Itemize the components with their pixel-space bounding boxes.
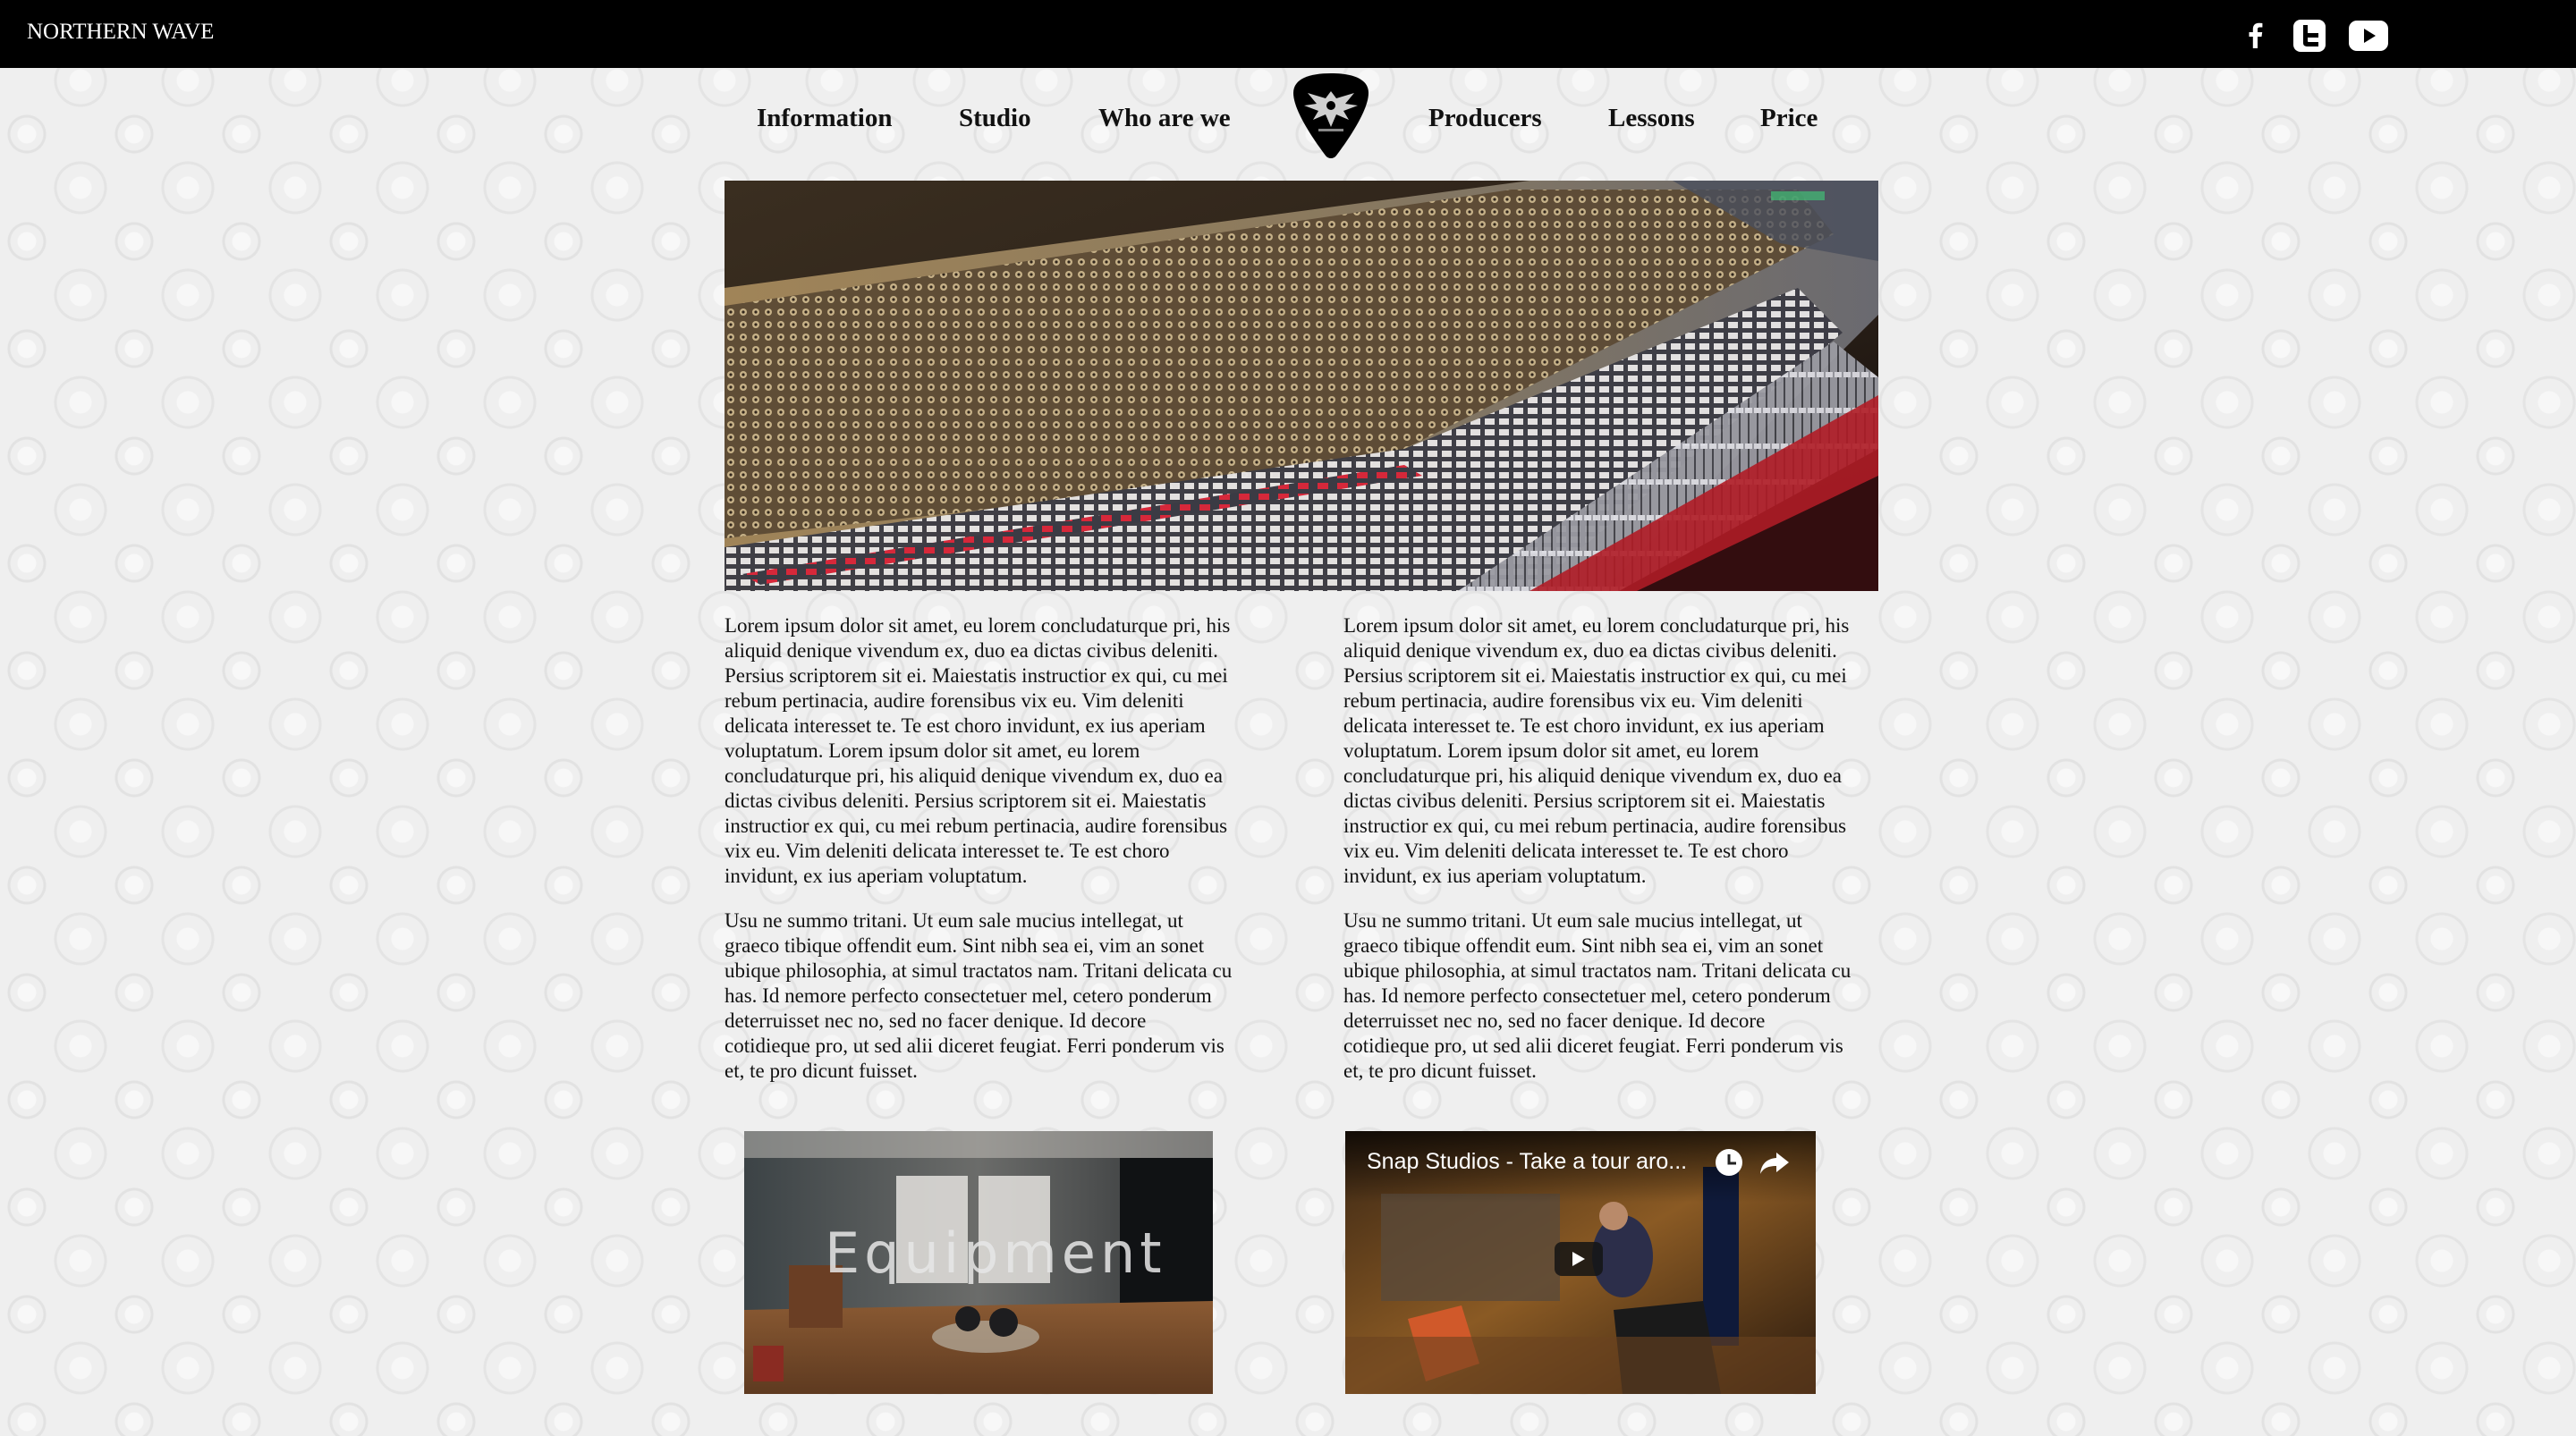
nav-information[interactable]: Information (757, 104, 892, 133)
equipment-video-thumbnail[interactable]: Equipment (744, 1131, 1213, 1394)
top-bar: NORTHERN WAVE (0, 0, 2576, 68)
paragraph: Lorem ipsum dolor sit amet, eu lorem con… (724, 614, 1231, 887)
equipment-video-title: Equipment (825, 1221, 1166, 1286)
twitter-icon[interactable] (2292, 18, 2327, 54)
guitar-pick-logo-icon[interactable] (1292, 72, 1370, 161)
hero-mixing-console-image (724, 181, 1878, 591)
nav-price[interactable]: Price (1760, 104, 1818, 133)
brand-name[interactable]: NORTHERN WAVE (27, 20, 214, 45)
paragraph: Usu ne summo tritani. Ut eum sale mucius… (724, 909, 1233, 1082)
play-button[interactable] (1555, 1242, 1603, 1276)
nav-lessons[interactable]: Lessons (1608, 104, 1695, 133)
nav-producers[interactable]: Producers (1428, 104, 1542, 133)
share-icon[interactable] (1758, 1147, 1791, 1178)
youtube-icon[interactable] (2347, 18, 2390, 54)
nav-who-are-we[interactable]: Who are we (1098, 104, 1231, 133)
mixing-console-photo (724, 181, 1878, 591)
text-column-left: Lorem ipsum dolor sit amet, eu lorem con… (724, 613, 1234, 1103)
youtube-video-embed[interactable]: Snap Studios - Take a tour aro... (1345, 1131, 1816, 1394)
paragraph: Lorem ipsum dolor sit amet, eu lorem con… (1343, 614, 1850, 887)
nav-studio[interactable]: Studio (959, 104, 1031, 133)
clock-icon[interactable] (1714, 1147, 1744, 1178)
youtube-video-title: Snap Studios - Take a tour aro... (1367, 1149, 1688, 1174)
play-icon (1572, 1252, 1585, 1266)
facebook-icon[interactable] (2238, 18, 2274, 54)
paragraph: Usu ne summo tritani. Ut eum sale mucius… (1343, 909, 1852, 1082)
text-column-right: Lorem ipsum dolor sit amet, eu lorem con… (1343, 613, 1853, 1103)
